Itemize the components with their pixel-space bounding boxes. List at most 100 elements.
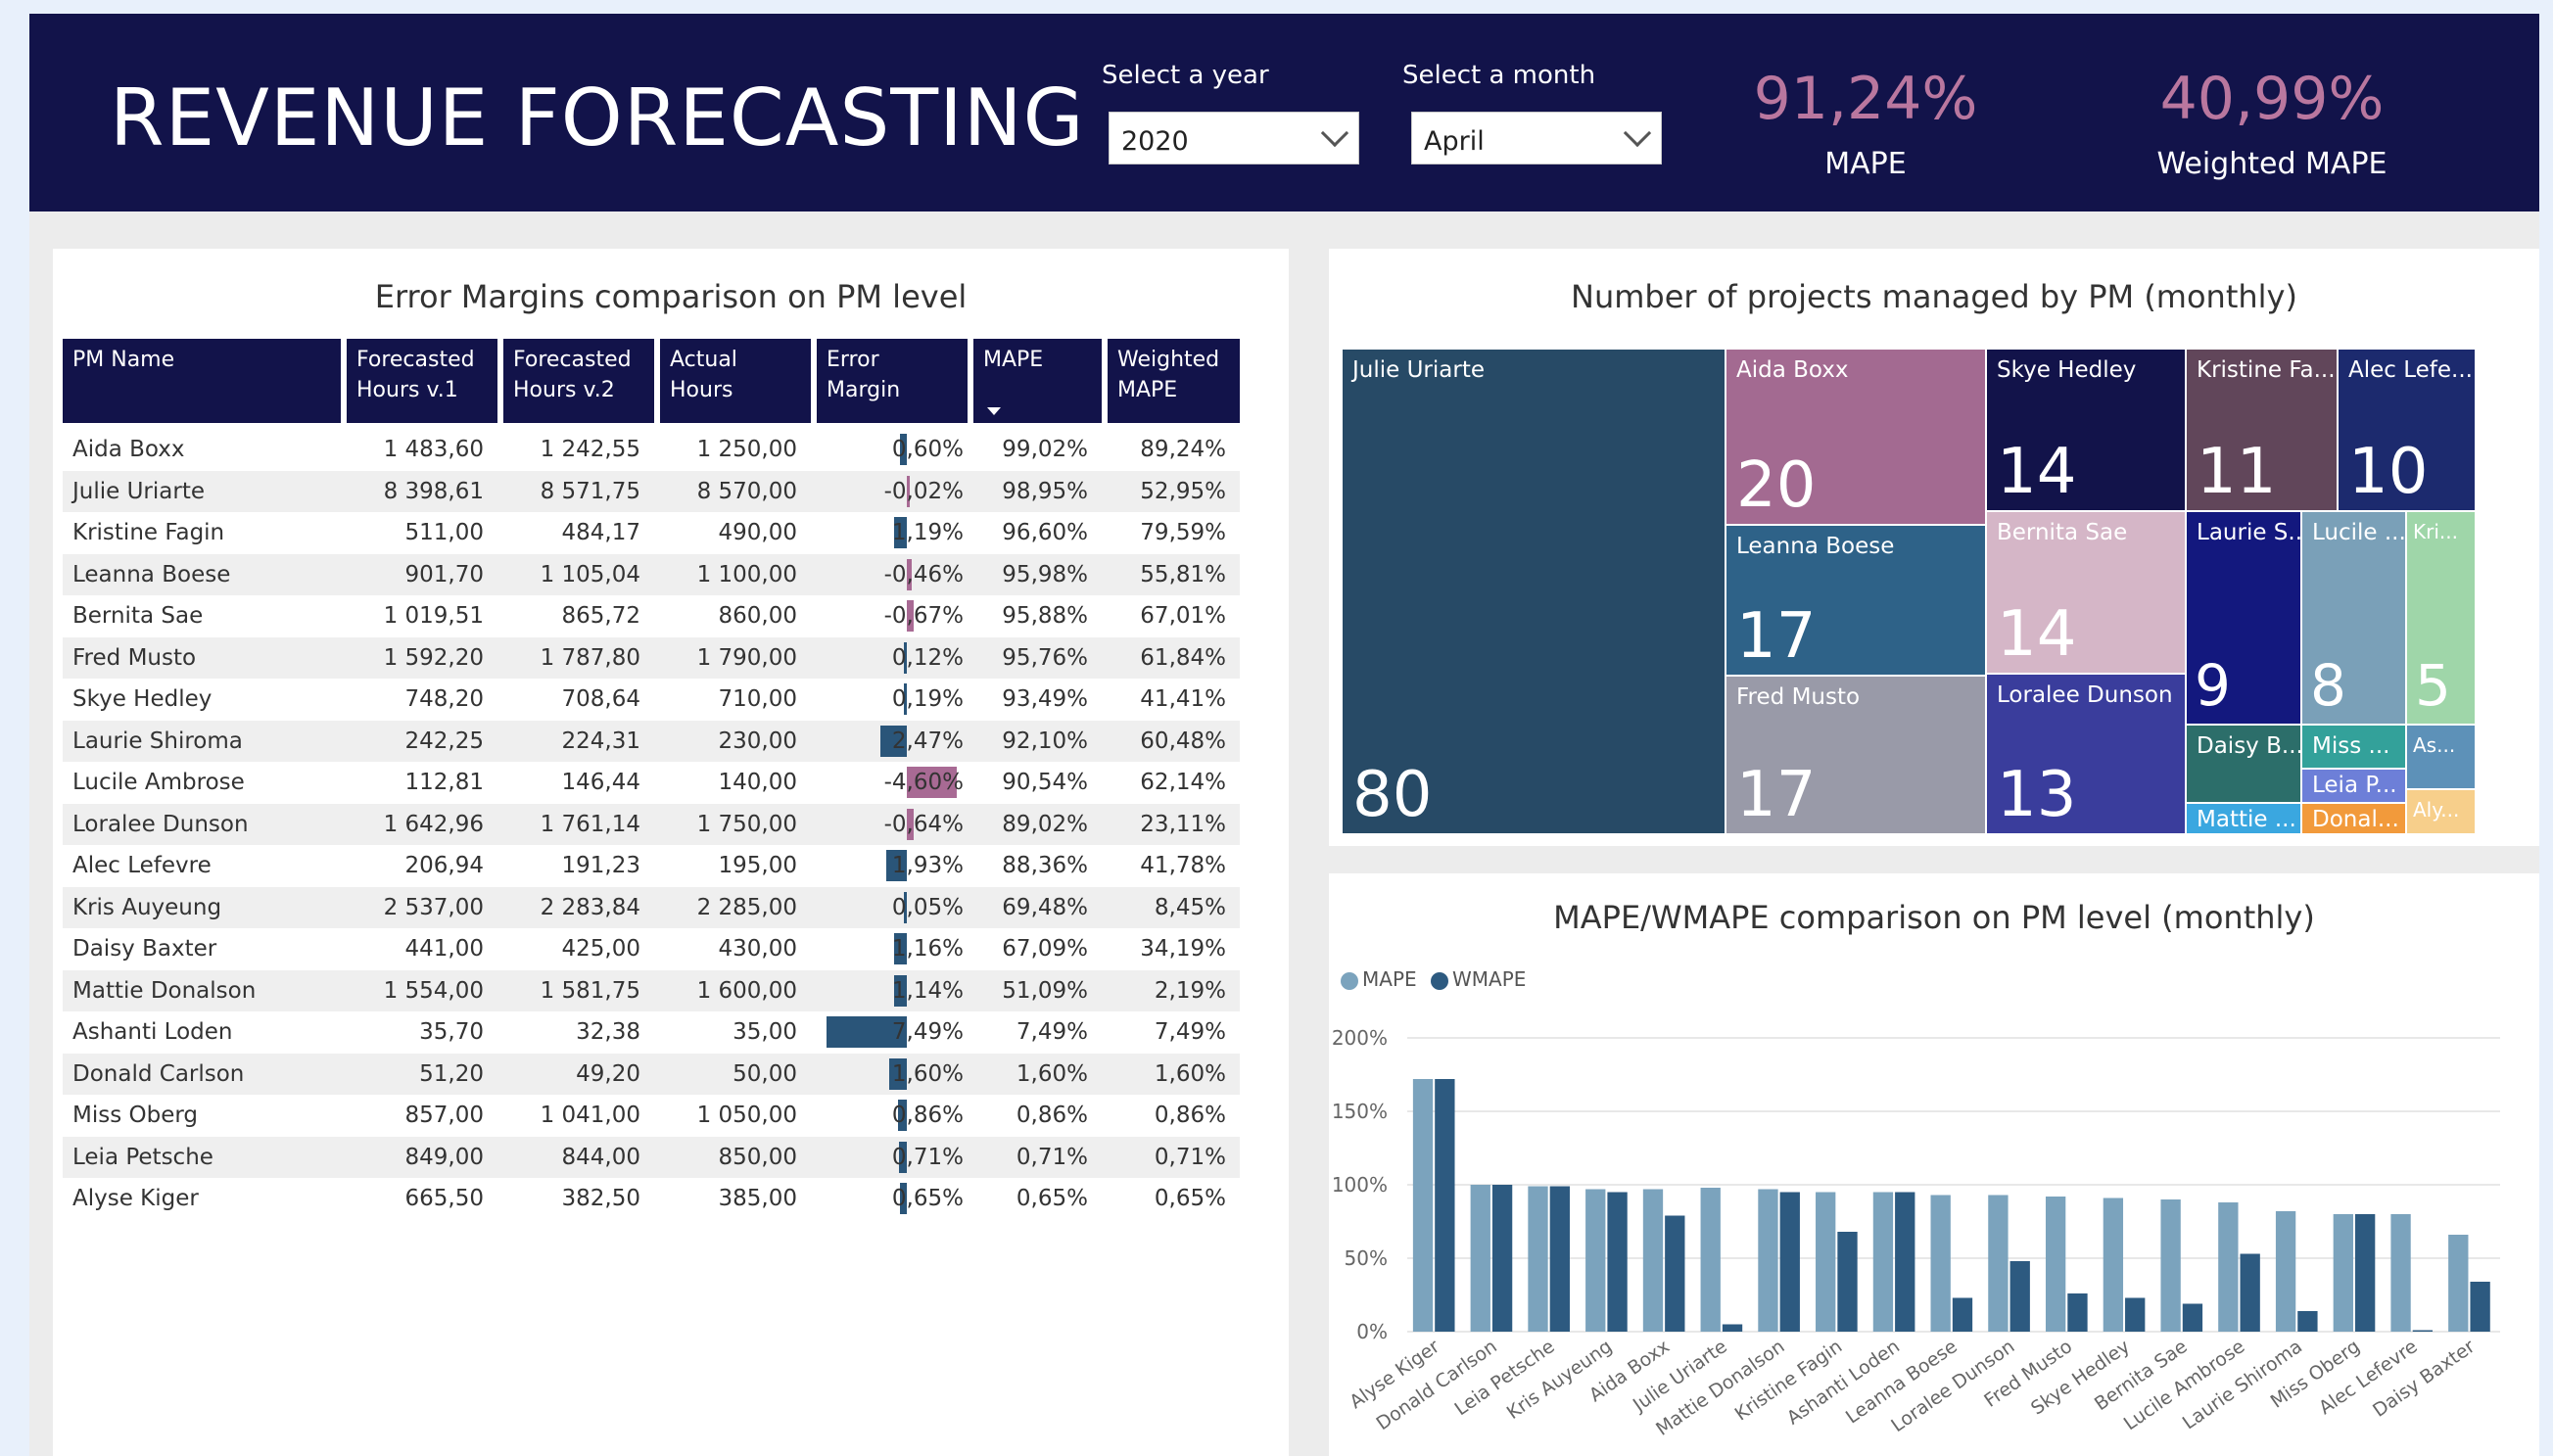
error-margin-value: 1,14% bbox=[891, 977, 964, 1004]
forecast-v2-cell: 1 581,75 bbox=[540, 977, 640, 1004]
bar-wmape bbox=[1952, 1297, 1973, 1332]
treemap-tile[interactable]: Bernita Sae 14 bbox=[1986, 511, 2186, 674]
forecast-v2-cell: 708,64 bbox=[561, 686, 640, 712]
table-row[interactable]: Skye Hedley 748,20 708,64 710,00 0,19% 93,49%… bbox=[63, 679, 1240, 720]
treemap-tile[interactable]: Alec Lefe... 10 bbox=[2338, 349, 2476, 511]
bar-wmape bbox=[2297, 1311, 2318, 1332]
y-tick-label: 0% bbox=[1356, 1320, 1388, 1343]
column-header[interactable]: Weighted MAPE bbox=[1108, 339, 1240, 423]
error-margin-value: 0,05% bbox=[891, 894, 964, 920]
pm-name-cell: Miss Oberg bbox=[72, 1103, 199, 1128]
pm-name-cell: Julie Uriarte bbox=[72, 478, 206, 504]
forecast-v2-cell: 425,00 bbox=[561, 936, 640, 962]
table-row[interactable]: Daisy Baxter 441,00 425,00 430,00 1,16% 67,09… bbox=[63, 928, 1240, 969]
year-dropdown[interactable]: 2020 bbox=[1109, 112, 1359, 164]
treemap-tile-value: 8 bbox=[2310, 652, 2346, 719]
wmape-cell: 67,01% bbox=[1140, 603, 1226, 629]
bar-wmape bbox=[1549, 1186, 1570, 1332]
actual-hours-cell: 1 790,00 bbox=[696, 644, 797, 671]
treemap-tile[interactable]: Leanna Boese 17 bbox=[1726, 525, 1986, 676]
forecast-v1-cell: 2 537,00 bbox=[383, 894, 484, 920]
y-tick-label: 150% bbox=[1332, 1100, 1388, 1123]
column-header[interactable]: PM Name bbox=[63, 339, 341, 423]
forecast-v1-cell: 1 592,20 bbox=[383, 644, 484, 671]
forecast-v2-cell: 1 242,55 bbox=[540, 437, 640, 462]
error-margin-value: -0,02% bbox=[883, 478, 964, 504]
mape-cell: 88,36% bbox=[1002, 853, 1088, 878]
error-margin-value: -0,46% bbox=[883, 561, 964, 587]
forecast-v1-cell: 242,25 bbox=[404, 728, 484, 754]
mape-cell: 67,09% bbox=[1002, 936, 1088, 962]
kpi-wmape-label: Weighted MAPE bbox=[2156, 147, 2388, 181]
bar-mape bbox=[1758, 1189, 1778, 1332]
table-row[interactable]: Miss Oberg 857,00 1 041,00 1 050,00 0,86% 0,8… bbox=[63, 1095, 1240, 1136]
table-row[interactable]: Julie Uriarte 8 398,61 8 571,75 8 570,00 -0,… bbox=[63, 470, 1240, 512]
treemap-tile[interactable]: Fred Musto 17 bbox=[1726, 676, 1986, 834]
mape-cell: 69,48% bbox=[1002, 894, 1088, 920]
y-tick-label: 200% bbox=[1332, 1026, 1388, 1050]
treemap-tile[interactable]: Daisy B... bbox=[2186, 725, 2301, 803]
actual-hours-cell: 1 250,00 bbox=[696, 437, 797, 462]
table-row[interactable]: Bernita Sae 1 019,51 865,72 860,00 -0,67% 95,… bbox=[63, 595, 1240, 636]
error-margin-value: 0,65% bbox=[891, 1186, 964, 1211]
table-row[interactable]: Leanna Boese 901,70 1 105,04 1 100,00 -0,46%… bbox=[63, 553, 1240, 595]
table-row[interactable]: Alyse Kiger 665,50 382,50 385,00 0,65% 0,65% 0… bbox=[63, 1178, 1240, 1219]
table-row[interactable]: Leia Petsche 849,00 844,00 850,00 0,71% 0,71%… bbox=[63, 1136, 1240, 1178]
pm-name-cell: Skye Hedley bbox=[72, 686, 213, 712]
chevron-down-icon bbox=[1623, 118, 1652, 148]
treemap-tile-label: Laurie S... bbox=[2197, 520, 2301, 545]
table-row[interactable]: Kris Auyeung 2 537,00 2 283,84 2 285,00 0,05… bbox=[63, 886, 1240, 928]
column-header[interactable]: MAPE bbox=[973, 339, 1102, 423]
treemap-tile[interactable]: Laurie S... 9 bbox=[2186, 511, 2301, 725]
treemap-tile-label: Fred Musto bbox=[1736, 684, 1861, 710]
treemap-tile[interactable]: Aly... bbox=[2406, 789, 2476, 834]
treemap-tile[interactable]: Lucile ... 8 bbox=[2301, 511, 2406, 725]
column-header[interactable]: Forecasted Hours v.1 bbox=[347, 339, 497, 423]
table-row[interactable]: Aida Boxx 1 483,60 1 242,55 1 250,00 0,60% 99… bbox=[63, 429, 1240, 470]
table-row[interactable]: Mattie Donalson 1 554,00 1 581,75 1 600,00 1… bbox=[63, 969, 1240, 1011]
table-row[interactable]: Alec Lefevre 206,94 191,23 195,00 1,93% 88,36… bbox=[63, 845, 1240, 886]
treemap-tile[interactable]: Mattie ... bbox=[2186, 803, 2301, 834]
mape-cell: 89,02% bbox=[1002, 811, 1088, 837]
bar-wmape bbox=[1722, 1324, 1743, 1332]
treemap-tile[interactable]: Skye Hedley 14 bbox=[1986, 349, 2186, 511]
treemap-tile[interactable]: Leia P... bbox=[2301, 769, 2406, 803]
mape-bar-chart: 200%150%100%50%0%Alyse KigerDonald Carls… bbox=[1332, 1026, 2500, 1440]
forecast-v2-cell: 484,17 bbox=[561, 520, 640, 545]
x-tick-label: Daisy Baxter bbox=[2369, 1336, 2479, 1422]
month-dropdown[interactable]: April bbox=[1411, 112, 1662, 164]
bar-wmape bbox=[2412, 1330, 2434, 1332]
table-row[interactable]: Kristine Fagin 511,00 484,17 490,00 1,19% 96,… bbox=[63, 512, 1240, 553]
treemap-tile[interactable]: Julie Uriarte 80 bbox=[1342, 349, 1726, 834]
treemap-tile[interactable]: Donal... bbox=[2301, 803, 2406, 834]
treemap-tile-label: Skye Hedley bbox=[1997, 357, 2137, 383]
bar-mape bbox=[2390, 1214, 2411, 1332]
treemap-tile[interactable]: Kristine Fa... 11 bbox=[2186, 349, 2338, 511]
table-row[interactable]: Loralee Dunson 1 642,96 1 761,14 1 750,00 -0… bbox=[63, 803, 1240, 845]
bar-mape bbox=[1642, 1189, 1664, 1332]
forecast-v1-cell: 1 483,60 bbox=[383, 437, 484, 462]
column-header[interactable]: Error Margin bbox=[817, 339, 968, 423]
page-title: REVENUE FORECASTING bbox=[110, 72, 1085, 164]
forecast-v2-cell: 191,23 bbox=[561, 853, 640, 878]
table-row[interactable]: Ashanti Loden 35,70 32,38 35,00 7,49% 7,49% 7,… bbox=[63, 1011, 1240, 1053]
table-row[interactable]: Donald Carlson 51,20 49,20 50,00 1,60% 1,60% 1… bbox=[63, 1053, 1240, 1095]
treemap-tile-label: Alec Lefe... bbox=[2348, 357, 2473, 383]
error-margin-value: 1,16% bbox=[891, 936, 964, 962]
table-row[interactable]: Laurie Shiroma 242,25 224,31 230,00 2,47% 92,… bbox=[63, 720, 1240, 762]
pm-name-cell: Fred Musto bbox=[72, 644, 197, 671]
forecast-v1-cell: 665,50 bbox=[404, 1186, 484, 1211]
column-header[interactable]: Forecasted Hours v.2 bbox=[503, 339, 654, 423]
treemap-tile[interactable]: As... bbox=[2406, 725, 2476, 789]
treemap-tile[interactable]: Aida Boxx 20 bbox=[1726, 349, 1986, 525]
treemap-tile[interactable]: Miss ... bbox=[2301, 725, 2406, 769]
treemap-tile[interactable]: Loralee Dunson 13 bbox=[1986, 674, 2186, 834]
column-header[interactable]: Actual Hours bbox=[660, 339, 811, 423]
error-margin-value: -4,60% bbox=[883, 770, 964, 795]
treemap-tile-label: As... bbox=[2413, 733, 2456, 757]
table-row[interactable]: Fred Musto 1 592,20 1 787,80 1 790,00 0,12% 9… bbox=[63, 636, 1240, 679]
table-row[interactable]: Lucile Ambrose 112,81 146,44 140,00 -4,60% 90… bbox=[63, 762, 1240, 803]
treemap-tile-value: 17 bbox=[1736, 600, 1817, 673]
mape-cell: 1,60% bbox=[1016, 1060, 1088, 1087]
treemap-tile[interactable]: Kri... 5 bbox=[2406, 511, 2476, 725]
